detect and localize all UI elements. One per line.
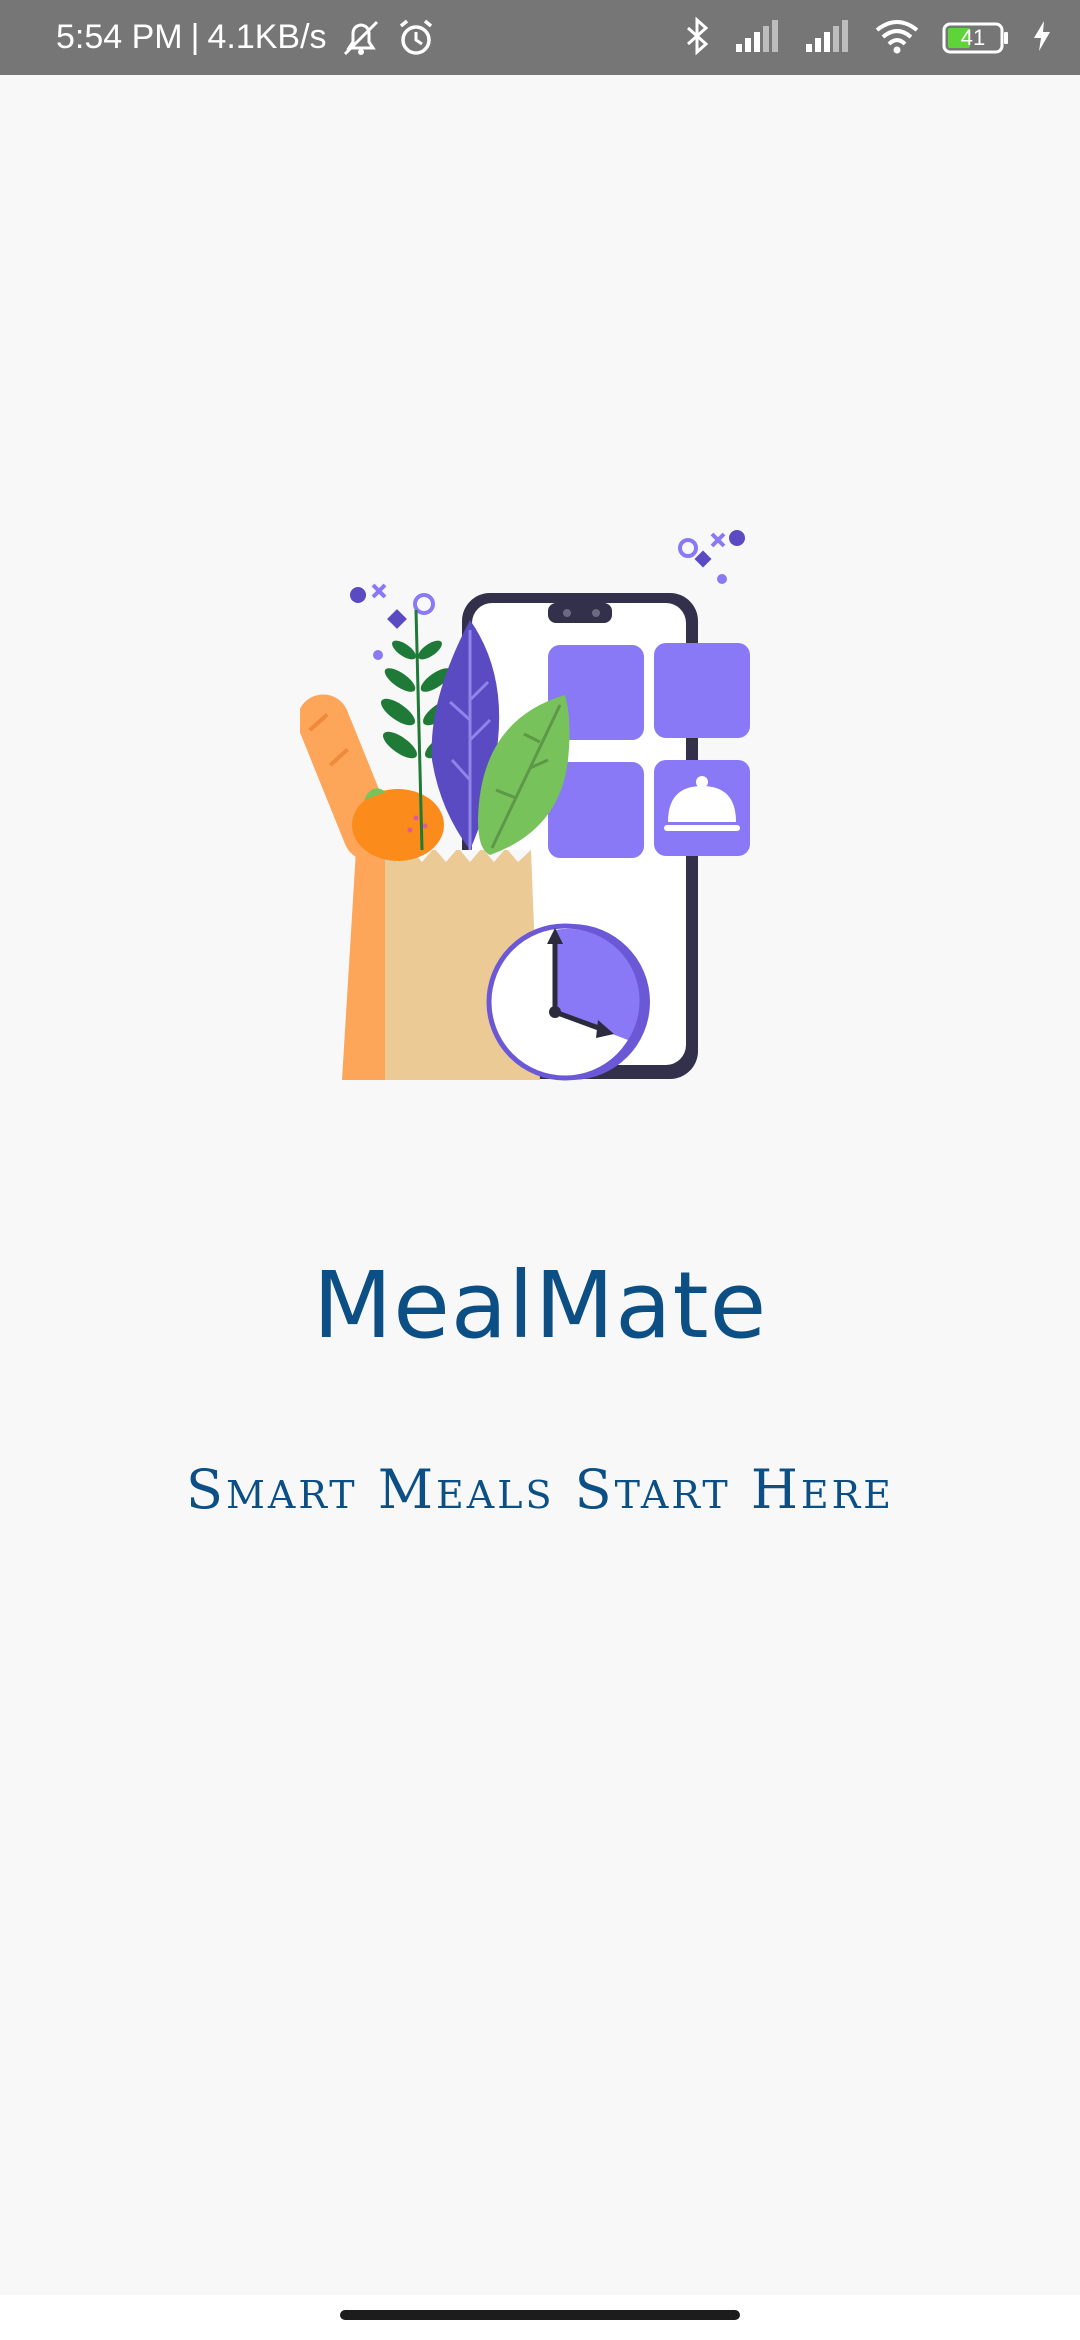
confetti-top-right-icon [678, 530, 745, 584]
network-speed: 4.1KB/s [207, 18, 327, 56]
app-title: MealMate [312, 1252, 768, 1359]
home-indicator[interactable] [340, 2310, 740, 2320]
bluetooth-icon [682, 16, 712, 60]
alarm-icon [395, 18, 437, 58]
notifications-muted-icon [339, 18, 383, 58]
status-left: 5:54 PM | 4.1KB/s [56, 0, 437, 75]
status-separator: | [190, 18, 200, 56]
status-time: 5:54 PM [56, 18, 183, 56]
confetti-top-left-icon [350, 583, 435, 660]
splash-screen: 5:54 PM | 4.1KB/s 41 MealMate Smart Meal… [0, 0, 1080, 2340]
signal-icon [734, 18, 782, 58]
battery-level: 41 [960, 24, 986, 50]
status-bar: 5:54 PM | 4.1KB/s 41 [0, 0, 1080, 75]
signal-icon [804, 18, 852, 58]
charging-icon [1032, 19, 1052, 57]
app-tagline: Smart Meals Start Here [185, 1458, 895, 1521]
clock-icon [486, 923, 650, 1081]
battery-icon: 41 [942, 21, 1010, 55]
orange-icon [352, 788, 444, 861]
status-right: 41 [682, 0, 1052, 75]
wifi-icon [874, 18, 920, 58]
meal-planning-illustration [300, 530, 750, 1081]
